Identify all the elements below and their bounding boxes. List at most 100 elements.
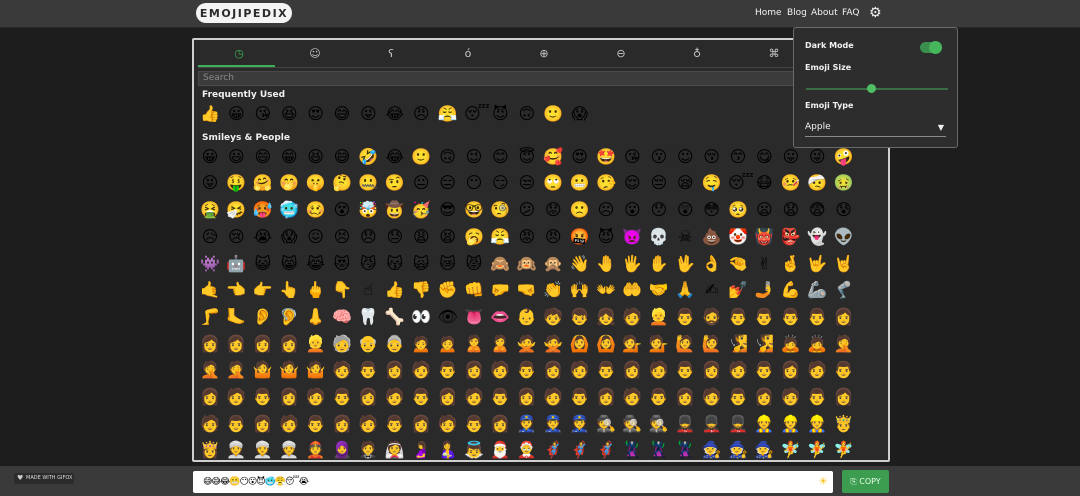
emoji-button[interactable]: 🤭	[279, 173, 299, 193]
emoji-button[interactable]: 😄	[253, 147, 273, 167]
emoji-button[interactable]: 👨	[675, 360, 695, 380]
emoji-button[interactable]: 👩	[754, 387, 774, 407]
emoji-button[interactable]: 👩	[490, 414, 510, 434]
emoji-button[interactable]: 🤏	[728, 254, 748, 274]
emoji-button[interactable]: 🙍	[411, 334, 431, 354]
emoji-button[interactable]: 💁	[622, 334, 642, 354]
emoji-button[interactable]: 😸	[279, 254, 299, 274]
dark-mode-toggle[interactable]	[920, 41, 942, 54]
emoji-button[interactable]: 😱	[279, 227, 299, 247]
emoji-button[interactable]: 💪	[781, 280, 801, 300]
emoji-button[interactable]: 🦹	[675, 440, 695, 460]
emoji-button[interactable]: ✌	[754, 254, 774, 274]
emoji-button[interactable]: 😅	[332, 104, 352, 124]
emoji-button[interactable]: 👩	[200, 334, 220, 354]
globe-icon[interactable]: ⊕	[534, 45, 554, 63]
emoji-button[interactable]: 🙆	[570, 334, 590, 354]
emoji-button[interactable]: 👨	[490, 387, 510, 407]
emoji-button[interactable]: 😆	[279, 104, 299, 124]
emoji-button[interactable]: 😜	[358, 104, 378, 124]
emoji-button[interactable]: 🦻	[279, 307, 299, 327]
emoji-button[interactable]: 👮	[570, 414, 590, 434]
emoji-button[interactable]: 😙	[728, 147, 748, 167]
emoji-button[interactable]: 😔	[649, 173, 669, 193]
emoji-button[interactable]: 👈	[226, 280, 246, 300]
emoji-button[interactable]: 🤪	[834, 147, 854, 167]
emoji-button[interactable]: 👨	[807, 387, 827, 407]
emoji-button[interactable]: 👧	[596, 307, 616, 327]
emoji-button[interactable]: 👎	[411, 280, 431, 300]
emoji-button[interactable]: 🙎	[464, 334, 484, 354]
emoji-button[interactable]: 😮	[622, 200, 642, 220]
emoji-button[interactable]: 🤟	[807, 254, 827, 274]
emoji-button[interactable]: 🙌	[570, 280, 590, 300]
emoji-button[interactable]: 🧔	[702, 307, 722, 327]
emoji-button[interactable]: 😫	[438, 227, 458, 247]
emoji-button[interactable]: 👨	[226, 414, 246, 434]
emoji-button[interactable]: 😹	[306, 254, 326, 274]
emoji-button[interactable]: 👩	[332, 414, 352, 434]
emoji-button[interactable]: 🥶	[279, 200, 299, 220]
copy-button[interactable]: ⎘ COPY	[842, 470, 889, 493]
emoji-button[interactable]: 😏	[490, 173, 510, 193]
emoji-button[interactable]: 🙋	[702, 334, 722, 354]
emoji-button[interactable]: 😂	[385, 104, 405, 124]
emoji-button[interactable]: 🤜	[517, 280, 537, 300]
emoji-button[interactable]: 😞	[358, 227, 378, 247]
emoji-button[interactable]: 👨	[675, 307, 695, 327]
emoji-button[interactable]: 😠	[411, 104, 431, 124]
nav-blog-link[interactable]: Blog	[787, 8, 807, 18]
emoji-button[interactable]: 👽	[834, 227, 854, 247]
emoji-button[interactable]: 😈	[596, 227, 616, 247]
emoji-button[interactable]: 🙎	[490, 334, 510, 354]
emoji-button[interactable]: 👦	[570, 307, 590, 327]
emoji-button[interactable]: 🙈	[490, 254, 510, 274]
emoji-button[interactable]: 😪	[675, 173, 695, 193]
emoji-button[interactable]: 😵	[332, 200, 352, 220]
emoji-button[interactable]: 😒	[517, 173, 537, 193]
emoji-button[interactable]: 👩	[200, 387, 220, 407]
nav-home-link[interactable]: Home	[755, 8, 782, 18]
emoji-button[interactable]: 🙀	[411, 254, 431, 274]
emoji-button[interactable]: 👼	[464, 440, 484, 460]
emoji-button[interactable]: 🤶	[517, 440, 537, 460]
emoji-button[interactable]: 🎅	[490, 440, 510, 460]
emoji-button[interactable]: 🧏	[754, 334, 774, 354]
emoji-button[interactable]: 🤧	[226, 200, 246, 220]
emoji-button[interactable]: 🥰	[543, 147, 563, 167]
emoji-button[interactable]: 👂	[253, 307, 273, 327]
emoji-button[interactable]: 👨	[596, 360, 616, 380]
emoji-button[interactable]: 😍	[570, 147, 590, 167]
emoji-button[interactable]: 🤛	[490, 280, 510, 300]
emoji-button[interactable]: 👁	[438, 307, 458, 327]
emoji-button[interactable]: 🤝	[649, 280, 669, 300]
emoji-button[interactable]: 🦷	[358, 307, 378, 327]
emoji-button[interactable]: 👩	[226, 334, 246, 354]
emoji-button[interactable]: 🦹	[622, 440, 642, 460]
emoji-button[interactable]: 🤤	[702, 173, 722, 193]
emoji-button[interactable]: ☝	[358, 280, 378, 300]
emoji-button[interactable]: 🧑	[464, 387, 484, 407]
emoji-button[interactable]: 🤰	[411, 440, 431, 460]
emoji-button[interactable]: 🧒	[543, 307, 563, 327]
emoji-button[interactable]: 👅	[464, 307, 484, 327]
emoji-button[interactable]: 🤔	[332, 173, 352, 193]
emoji-button[interactable]: 👩	[543, 360, 563, 380]
emoji-button[interactable]: 😯	[649, 200, 669, 220]
emoji-button[interactable]: 😆	[306, 147, 326, 167]
bear-icon[interactable]: ʕ	[381, 45, 401, 63]
emoji-button[interactable]: 😦	[754, 200, 774, 220]
emoji-button[interactable]: 🙃	[517, 104, 537, 124]
emoji-button[interactable]: 😤	[438, 104, 458, 124]
emoji-button[interactable]: ✍	[702, 280, 722, 300]
emoji-button[interactable]: 👩	[834, 387, 854, 407]
nav-about-link[interactable]: About	[811, 8, 838, 18]
lightbulb-icon[interactable]: ♁	[687, 45, 707, 63]
sun-icon[interactable]: ☀	[818, 471, 828, 493]
emoji-button[interactable]: 👄	[490, 307, 510, 327]
emoji-button[interactable]: 😛	[781, 147, 801, 167]
emoji-button[interactable]: 👻	[807, 227, 827, 247]
emoji-button[interactable]: 😓	[385, 227, 405, 247]
emoji-button[interactable]: 🧑	[438, 414, 458, 434]
emoji-button[interactable]: 🙂	[543, 104, 563, 124]
